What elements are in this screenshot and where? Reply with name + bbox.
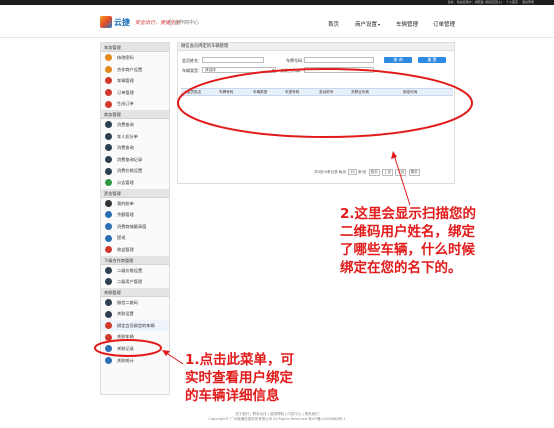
annotation-right-line: 绑定在您的名下的。 xyxy=(340,260,462,276)
annotation-left-line: 实时查看用户绑定 xyxy=(185,370,293,386)
copyright: Copyright© 广州城通信息科技有限公司 All Rights Reser… xyxy=(208,417,346,421)
annotation-right: 2.这里会显示扫描您的 二维码用户姓名，绑定 了哪些车辆，什么时候 绑定在您的名… xyxy=(340,205,476,277)
annotation-left-line: 1.点击此菜单，可 xyxy=(185,352,295,368)
footer-link[interactable]: 联系我们 xyxy=(305,412,319,416)
table-highlight-ellipse xyxy=(177,68,473,138)
annotation-right-line: 2.这里会显示扫描您的 xyxy=(340,206,477,222)
annotation-right-line: 二维码用户姓名，绑定 xyxy=(340,224,475,240)
footer: 关于我们 | 联系合作 | 使用帮助 | 问答中心 | 联系我们 Copyrig… xyxy=(0,412,554,422)
annotation-left: 1.点击此菜单，可 实时查看用户绑定 的车辆详细信息 xyxy=(185,351,294,405)
footer-link[interactable]: 联系合作 xyxy=(253,412,267,416)
menu-highlight-ellipse xyxy=(94,339,162,357)
footer-link[interactable]: 使用帮助 xyxy=(270,412,284,416)
right-arrow-line xyxy=(393,154,411,206)
annotation-left-line: 的车辆详细信息 xyxy=(185,388,280,404)
footer-link[interactable]: 关于我们 xyxy=(235,412,249,416)
right-arrowhead xyxy=(391,151,397,159)
footer-link[interactable]: 问答中心 xyxy=(287,412,301,416)
annotation-right-line: 了哪些车辆，什么时候 xyxy=(340,242,475,258)
